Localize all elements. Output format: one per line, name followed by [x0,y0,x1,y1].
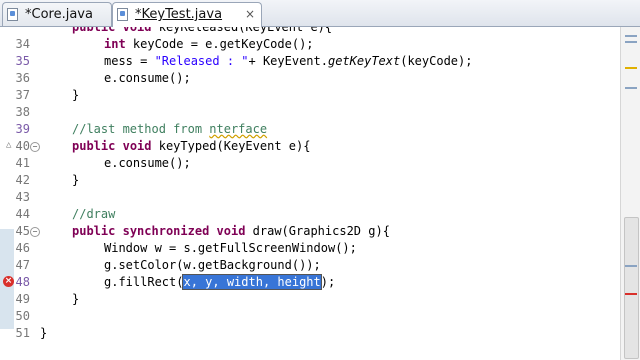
code-line: g.fillRect(x, y, width, height); [104,274,335,291]
code-token: ); [320,275,336,289]
tab-core-java[interactable]: *Core.java [2,2,112,26]
code-token: public [72,224,116,238]
line-number: 36 [15,71,30,85]
error-marker[interactable] [625,293,637,295]
line-number: 49 [15,292,30,306]
overview-marker[interactable] [625,87,637,89]
fold-toggle-icon[interactable]: − [30,142,40,152]
line-number: 35 [15,54,30,68]
java-file-icon [117,8,128,21]
code-token: keyTyped(KeyEvent e){ [151,139,311,153]
code-line: } [72,173,80,187]
overview-marker[interactable] [625,35,637,37]
code-token: void [122,27,152,34]
code-line: e.consume(); [104,71,191,85]
code-editor[interactable]: public void keyReleased(KeyEvent e){ int… [40,27,620,360]
comment-token: //draw [72,207,116,221]
close-tab-icon[interactable]: × [245,3,255,26]
selected-parameters[interactable]: x, y, width, height [182,274,322,290]
line-number: 38 [15,105,30,119]
code-token: getKeyText [327,54,401,68]
line-number: 40 [15,139,30,153]
code-line: int keyCode = e.getKeyCode(); [104,36,314,53]
warning-marker[interactable] [625,67,637,69]
code-token: public [72,27,116,34]
line-number: 44 [15,207,30,221]
line-number: 51 [15,326,30,340]
code-line: } [72,292,80,306]
code-line: e.consume(); [104,156,191,170]
line-number: 41 [15,156,30,170]
tab-keytest-java[interactable]: *KeyTest.java × [112,2,262,27]
java-file-icon [7,8,18,21]
line-number: 50 [15,309,30,323]
fold-toggle-icon[interactable]: − [30,227,40,237]
code-line: g.setColor(w.getBackground()); [104,258,321,272]
code-token: synchronized [122,224,210,238]
code-token: mess = [104,54,155,68]
code-token: (keyCode); [400,54,473,68]
code-line: public synchronized void draw(Graphics2D… [72,223,390,240]
vertical-scrollbar[interactable] [620,27,640,360]
code-line: //last method from nterface [72,121,267,138]
comment-token: nterface [209,122,268,136]
code-line: public void keyTyped(KeyEvent e){ [72,138,310,155]
line-number: 48 [15,275,30,289]
code-token: keyCode = e.getKeyCode(); [125,37,314,51]
code-line: } [40,326,48,340]
code-token: void [216,224,246,238]
line-number: 45 [15,224,30,238]
code-line: } [72,88,80,102]
code-line: public void keyReleased(KeyEvent e){ [72,27,332,36]
code-token: int [104,37,126,51]
code-token: g.fillRect( [104,275,184,289]
code-line: //draw [72,206,115,223]
line-number: 43 [15,190,30,204]
overview-marker[interactable] [625,41,637,43]
code-token: keyReleased(KeyEvent e){ [158,27,333,34]
code-token: "Released : " [154,54,249,68]
code-line: mess = "Released : "+ KeyEvent.getKeyTex… [104,53,472,70]
line-number: 37 [15,88,30,102]
line-number: 46 [15,241,30,255]
tab-label: *KeyTest.java [135,7,223,22]
line-number: 39 [15,122,30,136]
line-number: 34 [15,37,30,51]
code-token: public [72,139,116,153]
code-line: Window w = s.getFullScreenWindow(); [104,241,357,255]
line-number: 47 [15,258,30,272]
scrollbar-thumb[interactable] [624,217,639,359]
comment-token: //last method from [72,122,210,136]
editor-tab-bar: *Core.java *KeyTest.java × [0,0,640,27]
tab-label: *Core.java [25,7,93,22]
code-token: + KeyEvent. [248,54,328,68]
line-number: 42 [15,173,30,187]
code-token: void [122,139,152,153]
code-token: draw(Graphics2D g){ [245,224,390,238]
overview-marker[interactable] [625,265,637,267]
line-number-gutter[interactable]: 34 35 36 37 38 39 △ 40 − 41 42 43 44 45 … [0,27,40,360]
